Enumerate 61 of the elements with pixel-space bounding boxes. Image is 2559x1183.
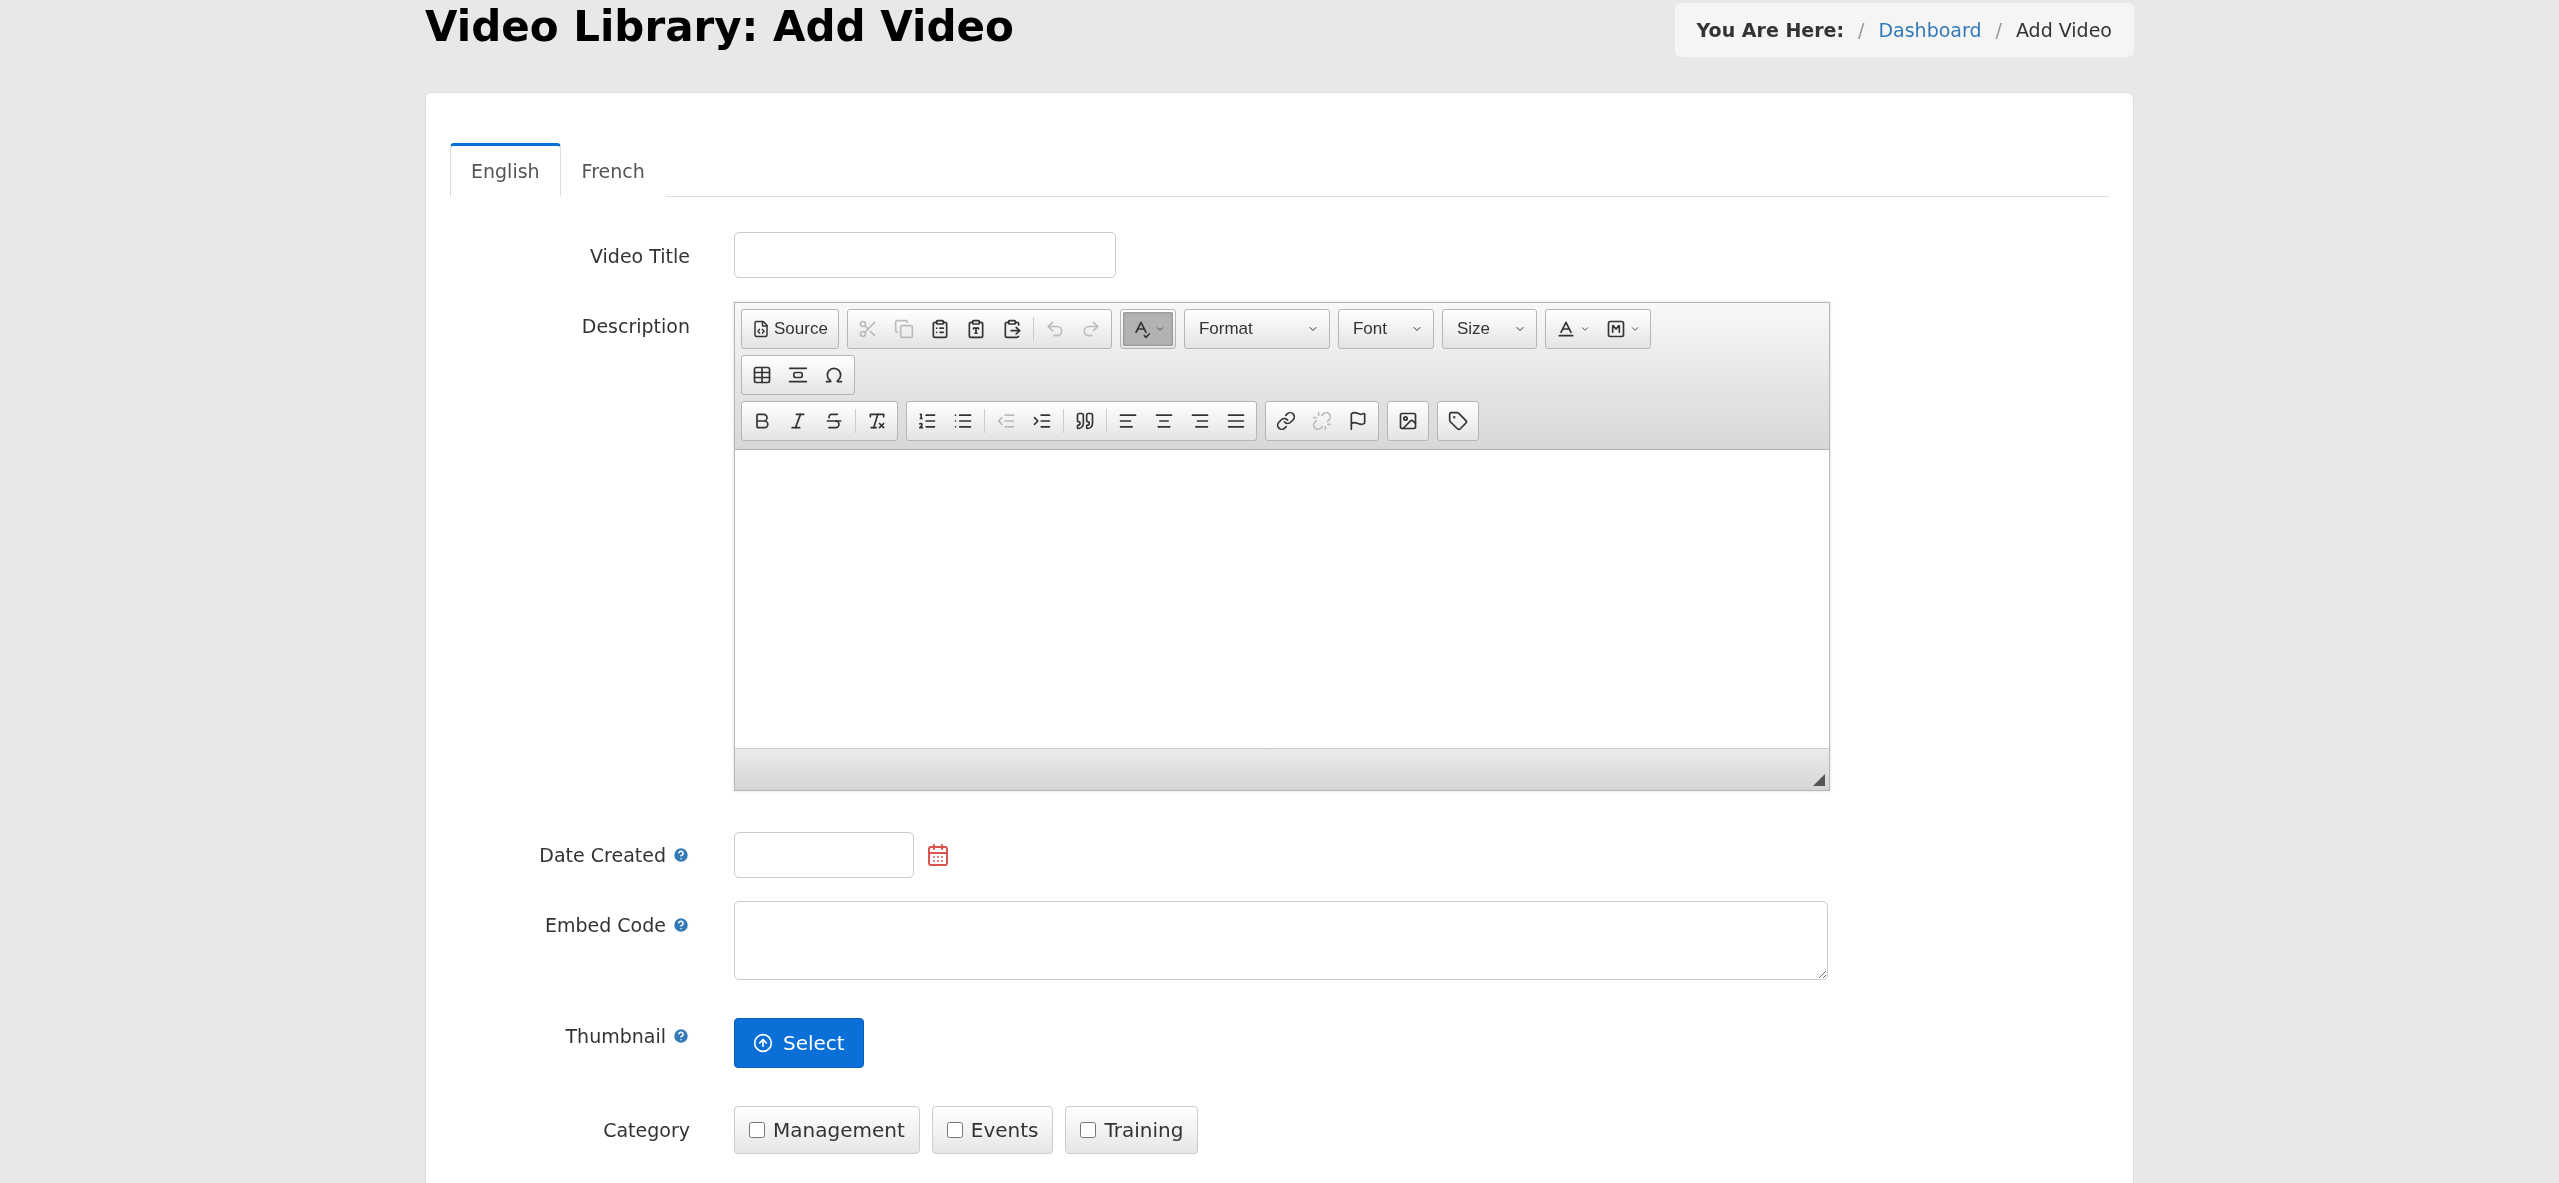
table-icon bbox=[752, 365, 772, 385]
justify-icon bbox=[1226, 411, 1246, 431]
language-tab[interactable]: English bbox=[450, 143, 561, 197]
caret-icon bbox=[1154, 324, 1165, 334]
clear-format-icon bbox=[867, 411, 887, 431]
text-color-icon bbox=[1556, 319, 1576, 339]
breadcrumb-current: Add Video bbox=[2015, 19, 2112, 41]
align-left-icon bbox=[1118, 411, 1138, 431]
calendar-icon[interactable] bbox=[926, 843, 950, 867]
help-icon[interactable] bbox=[672, 1027, 690, 1045]
link-icon bbox=[1276, 411, 1296, 431]
field-label: Embed Code bbox=[545, 914, 666, 936]
page-title: Video Library: Add Video bbox=[425, 2, 1014, 51]
resize-grip-icon[interactable] bbox=[1813, 774, 1825, 786]
undo-icon bbox=[1044, 319, 1065, 339]
dropdown[interactable]: Size bbox=[1444, 312, 1534, 346]
category-checkbox[interactable]: Training bbox=[1065, 1106, 1199, 1154]
field-label: Description bbox=[581, 315, 690, 337]
tag-icon bbox=[1448, 411, 1468, 431]
scissors-icon bbox=[857, 319, 878, 339]
select-button[interactable]: Select bbox=[734, 1018, 864, 1068]
quote-icon bbox=[1075, 411, 1095, 431]
checkbox[interactable] bbox=[1080, 1122, 1097, 1138]
flag-icon bbox=[1348, 411, 1368, 431]
outdent-icon bbox=[996, 411, 1016, 431]
caret-icon bbox=[1630, 324, 1640, 334]
source-icon bbox=[752, 320, 770, 338]
category-checkbox[interactable]: Management bbox=[734, 1106, 920, 1154]
field-label: Date Created bbox=[539, 844, 666, 866]
bullet-list-icon bbox=[953, 411, 973, 431]
caret-icon bbox=[1580, 324, 1590, 334]
breadcrumb-link[interactable]: Dashboard bbox=[1878, 19, 1982, 41]
title-input[interactable] bbox=[734, 232, 1116, 278]
align-right-icon bbox=[1190, 411, 1210, 431]
field-label: Category bbox=[603, 1119, 690, 1141]
unlink-icon bbox=[1312, 411, 1332, 431]
breadcrumb-separator: / bbox=[1858, 19, 1865, 41]
background-color-icon bbox=[1606, 319, 1626, 339]
field-label: Thumbnail bbox=[565, 1025, 666, 1047]
italic-icon bbox=[788, 411, 808, 431]
upload-icon bbox=[753, 1033, 773, 1053]
field-label: Video Title bbox=[590, 245, 690, 267]
indent-icon bbox=[1032, 411, 1052, 431]
image-icon bbox=[1398, 411, 1418, 431]
numbered-list-icon bbox=[917, 411, 937, 431]
breadcrumb-separator: / bbox=[1995, 19, 2002, 41]
align-center-icon bbox=[1154, 411, 1174, 431]
category-checkbox[interactable]: Events bbox=[931, 1106, 1054, 1154]
dropdown[interactable]: Font bbox=[1340, 312, 1431, 346]
date-input[interactable] bbox=[734, 832, 914, 878]
horizontal-line-icon bbox=[788, 365, 808, 385]
copy-icon bbox=[893, 319, 914, 339]
help-icon[interactable] bbox=[672, 916, 690, 934]
omega-icon bbox=[824, 365, 844, 385]
checkbox[interactable] bbox=[749, 1122, 765, 1138]
source-button[interactable]: Source bbox=[744, 312, 836, 346]
help-icon[interactable] bbox=[672, 846, 690, 864]
checkbox[interactable] bbox=[946, 1122, 963, 1138]
dropdown[interactable]: Format bbox=[1186, 312, 1327, 346]
strikethrough-icon bbox=[824, 411, 844, 431]
breadcrumb-label: You Are Here: bbox=[1696, 19, 1845, 41]
